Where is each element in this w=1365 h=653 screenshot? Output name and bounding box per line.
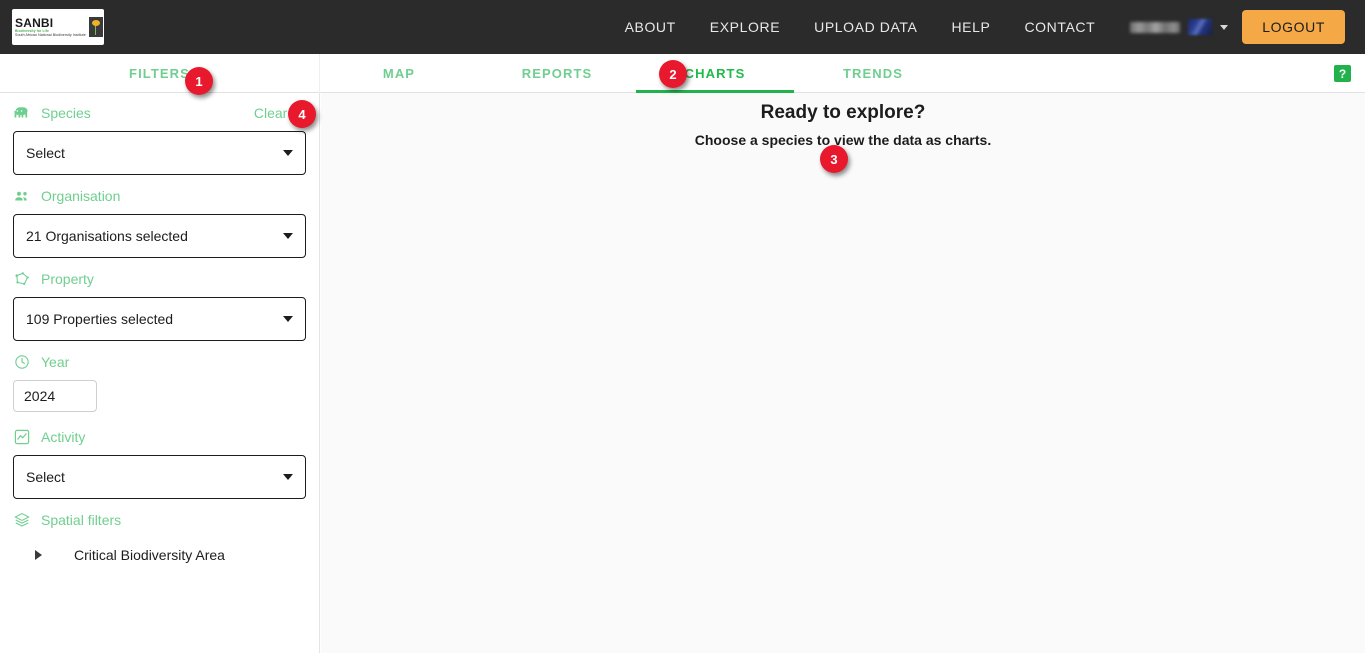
expand-triangle-icon[interactable] bbox=[35, 550, 42, 560]
organisation-select[interactable]: 21 Organisations selected bbox=[13, 214, 306, 258]
main-navigation: ABOUT EXPLORE UPLOAD DATA HELP CONTACT L… bbox=[608, 10, 1365, 44]
polygon-icon bbox=[15, 272, 29, 285]
organisation-label: Organisation bbox=[41, 188, 121, 204]
spatial-filters-label: Spatial filters bbox=[41, 512, 122, 528]
people-icon bbox=[15, 191, 27, 201]
filter-group-activity: Activity Select bbox=[0, 426, 319, 499]
help-question-icon[interactable]: ? bbox=[1334, 65, 1351, 82]
year-input[interactable] bbox=[13, 380, 97, 412]
tab-reports[interactable]: REPORTS bbox=[478, 54, 636, 93]
species-label-row: Species Clear All bbox=[13, 102, 306, 124]
property-label-row: Property bbox=[13, 268, 306, 290]
filter-group-organisation: Organisation 21 Organisations selected bbox=[0, 185, 319, 258]
nav-item-explore[interactable]: EXPLORE bbox=[693, 19, 797, 35]
filter-group-spatial: Spatial filters Critical Biodiversity Ar… bbox=[0, 509, 319, 572]
user-flag-redacted-icon bbox=[1188, 19, 1213, 35]
chevron-down-icon bbox=[283, 233, 293, 239]
elephant-icon bbox=[14, 107, 28, 118]
species-label: Species bbox=[41, 105, 91, 121]
nav-item-contact[interactable]: CONTACT bbox=[1007, 19, 1112, 35]
nav-item-about[interactable]: ABOUT bbox=[608, 19, 693, 35]
species-select[interactable]: Select bbox=[13, 131, 306, 175]
filters-panel-header: FILTERS bbox=[0, 54, 320, 93]
organisation-label-row: Organisation bbox=[13, 185, 306, 207]
layers-icon bbox=[14, 513, 30, 527]
property-select[interactable]: 109 Properties selected bbox=[13, 297, 306, 341]
filter-group-year: Year bbox=[0, 351, 319, 412]
logo-full-name: South African National Biodiversity Inst… bbox=[15, 32, 86, 37]
annotation-badge-3: 3 bbox=[820, 145, 848, 173]
activity-select-value: Select bbox=[26, 469, 65, 485]
chart-icon bbox=[14, 429, 30, 445]
tab-map[interactable]: MAP bbox=[320, 54, 478, 93]
annotation-badge-4: 4 bbox=[288, 100, 316, 128]
logo-tile-flower-icon bbox=[88, 17, 103, 37]
top-header: SANBI Biodiversity for Life South Africa… bbox=[0, 0, 1365, 54]
property-label: Property bbox=[41, 271, 94, 287]
chevron-down-icon bbox=[283, 316, 293, 322]
annotation-badge-1: 1 bbox=[185, 67, 213, 95]
spatial-filter-item-critical-biodiversity-area[interactable]: Critical Biodiversity Area bbox=[13, 538, 306, 572]
year-label-row: Year bbox=[13, 351, 306, 373]
charts-content-area: Ready to explore? Choose a species to vi… bbox=[321, 93, 1365, 653]
nav-item-upload-data[interactable]: UPLOAD DATA bbox=[797, 19, 934, 35]
username-redacted bbox=[1130, 21, 1181, 33]
property-select-value: 109 Properties selected bbox=[26, 311, 174, 327]
empty-state-subtitle: Choose a species to view the data as cha… bbox=[694, 132, 992, 148]
logo-image-tiles bbox=[88, 17, 104, 37]
logout-button[interactable]: LOGOUT bbox=[1242, 10, 1345, 44]
clock-icon bbox=[15, 355, 29, 369]
activity-select[interactable]: Select bbox=[13, 455, 306, 499]
tab-list: MAP REPORTS CHARTS TRENDS bbox=[320, 54, 952, 93]
activity-label-row: Activity bbox=[13, 426, 306, 448]
filters-label: FILTERS bbox=[129, 66, 190, 81]
filter-group-property: Property 109 Properties selected bbox=[0, 268, 319, 341]
year-label: Year bbox=[41, 354, 70, 370]
chevron-down-icon bbox=[283, 474, 293, 480]
nav-item-help[interactable]: HELP bbox=[934, 19, 1007, 35]
filters-sidebar: Species Clear All Select Organisation 21… bbox=[0, 93, 320, 653]
chevron-down-icon bbox=[283, 150, 293, 156]
empty-state-title: Ready to explore? bbox=[760, 102, 926, 123]
filter-group-species: Species Clear All Select bbox=[0, 102, 319, 175]
annotation-badge-2: 2 bbox=[659, 60, 687, 88]
logo-text-block: SANBI Biodiversity for Life South Africa… bbox=[15, 17, 86, 38]
activity-label: Activity bbox=[41, 429, 86, 445]
tab-trends[interactable]: TRENDS bbox=[794, 54, 952, 93]
spatial-filters-label-row: Spatial filters bbox=[13, 509, 306, 531]
user-menu[interactable] bbox=[1130, 19, 1229, 35]
species-select-value: Select bbox=[26, 145, 65, 161]
sanbi-logo[interactable]: SANBI Biodiversity for Life South Africa… bbox=[12, 9, 104, 45]
chevron-down-icon[interactable] bbox=[1220, 24, 1229, 30]
spatial-filter-item-label: Critical Biodiversity Area bbox=[74, 547, 225, 563]
organisation-select-value: 21 Organisations selected bbox=[26, 228, 188, 244]
logo-title: SANBI bbox=[15, 15, 54, 30]
